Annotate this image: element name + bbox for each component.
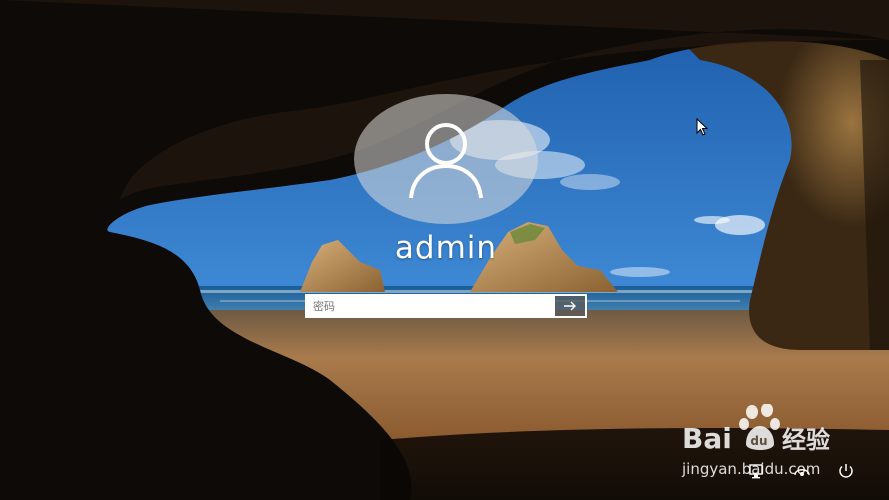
mouse-cursor-icon [696, 118, 708, 136]
password-row [305, 294, 587, 318]
network-icon[interactable] [749, 463, 767, 479]
user-avatar [354, 94, 538, 224]
ease-of-access-icon[interactable] [793, 463, 811, 479]
user-icon [409, 123, 483, 199]
power-icon[interactable] [837, 462, 855, 480]
username-label: admin [394, 230, 498, 266]
arrow-right-icon [564, 301, 576, 311]
submit-button[interactable] [555, 294, 587, 318]
baidu-jingyan-watermark: du Bai 经验 jingyan.baidu.com [681, 404, 830, 478]
password-input[interactable] [305, 294, 555, 318]
svg-text:经验: 经验 [782, 426, 830, 454]
bottom-toolbar [749, 462, 855, 480]
svg-text:Bai: Bai [682, 422, 732, 455]
svg-text:du: du [750, 434, 767, 448]
lock-screen: admin du Bai 经验 jingyan.baidu.com [0, 0, 889, 500]
